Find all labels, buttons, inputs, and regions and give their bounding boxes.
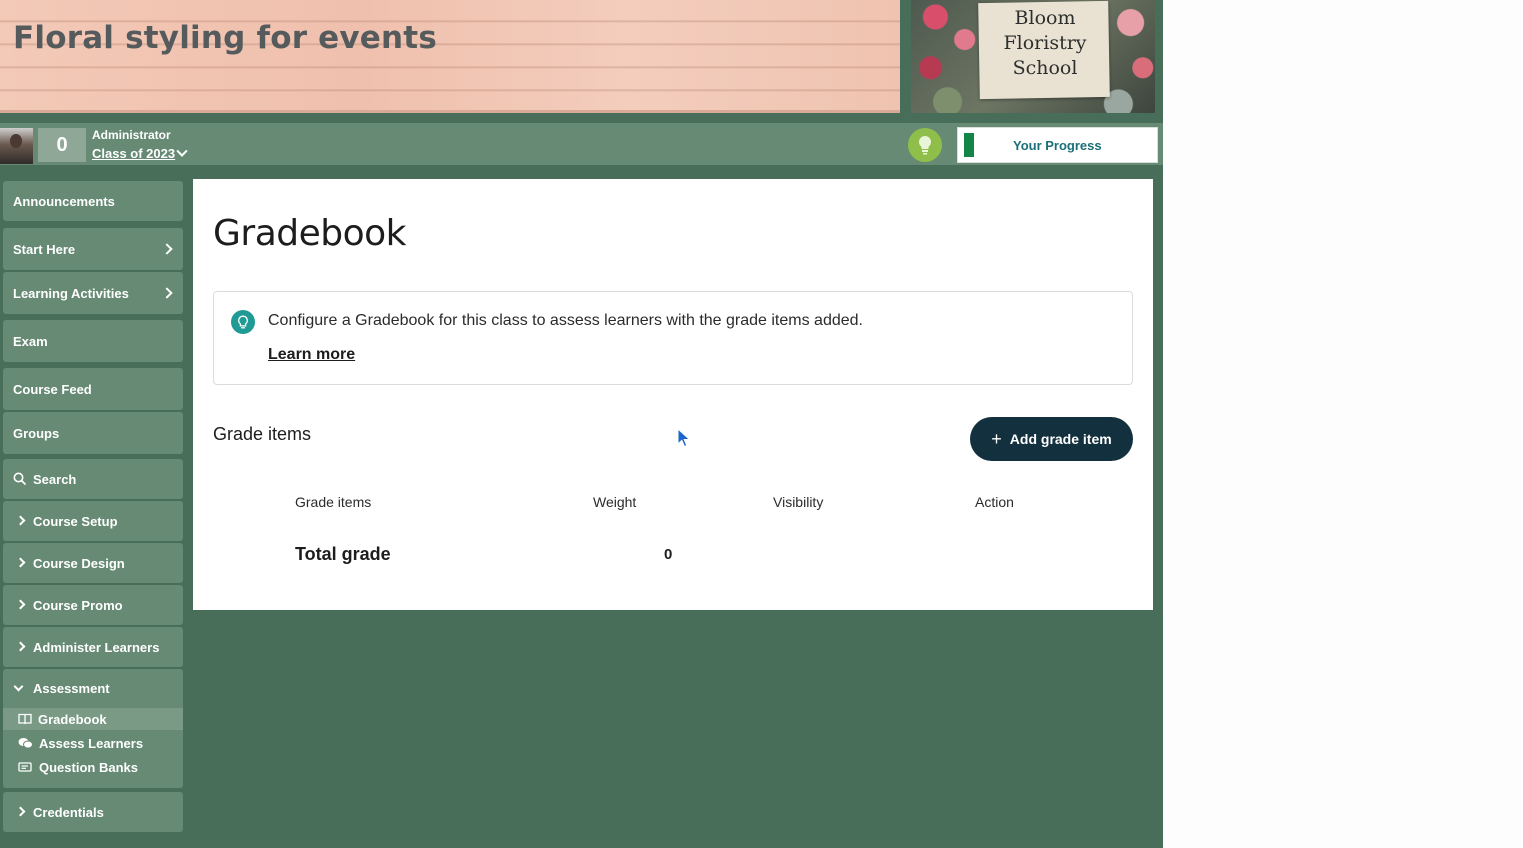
sidebar-item-label: Course Feed <box>13 381 92 397</box>
column-header-weight: Weight <box>593 494 637 510</box>
sidebar-item-credentials[interactable]: Credentials <box>3 792 183 832</box>
chevron-right-icon <box>15 599 26 610</box>
sidebar-subitem-assess-learners[interactable]: Assess Learners <box>3 732 183 754</box>
chevron-down-icon <box>13 681 24 691</box>
sidebar-item-assessment[interactable]: Assessment <box>13 681 110 696</box>
course-title: Floral styling for events <box>13 20 437 56</box>
sidebar-item-course-feed[interactable]: Course Feed <box>3 368 183 410</box>
sidebar-item-label: Credentials <box>33 804 104 820</box>
sidebar-subitem-label: Question Banks <box>39 759 138 775</box>
sidebar-item-search[interactable]: Search <box>3 459 183 499</box>
info-callout: Configure a Gradebook for this class to … <box>213 291 1133 385</box>
class-name: Class of 2023 <box>92 146 176 161</box>
app-window: Floral styling for events Bloom Floristr… <box>0 0 1163 848</box>
progress-label: Your Progress <box>1013 138 1102 153</box>
sidebar-item-label: Course Setup <box>33 513 118 529</box>
chevron-right-icon <box>15 806 26 817</box>
chevron-right-icon <box>15 557 26 568</box>
empty-area <box>1163 0 1523 848</box>
course-banner: Floral styling for events <box>0 0 900 113</box>
avatar[interactable] <box>0 128 33 164</box>
chevron-right-icon <box>161 287 173 299</box>
sidebar-item-label: Learning Activities <box>13 285 129 301</box>
lightbulb-badge-button[interactable] <box>908 128 942 162</box>
total-grade-weight: 0 <box>664 546 673 563</box>
chevron-down-icon <box>176 145 188 157</box>
sidebar-item-label: Course Design <box>33 555 125 571</box>
add-grade-item-button[interactable]: + Add grade item <box>970 417 1133 461</box>
user-role: Administrator <box>92 128 171 142</box>
column-header-grade-items: Grade items <box>295 494 372 510</box>
sidebar-item-label: Exam <box>13 333 48 349</box>
sidebar-item-label: Administer Learners <box>33 639 160 655</box>
sidebar-item-label: Groups <box>13 425 60 441</box>
sidebar-item-announcements[interactable]: Announcements <box>3 181 183 221</box>
sidebar-item-label: Search <box>33 471 77 487</box>
lightbulb-icon <box>231 310 255 334</box>
chevron-right-icon <box>15 515 26 526</box>
sidebar-item-learning-activities[interactable]: Learning Activities <box>3 272 183 314</box>
sidebar-subitem-label: Gradebook <box>38 711 107 727</box>
your-progress-button[interactable]: Your Progress <box>957 127 1158 163</box>
sidebar-item-course-setup[interactable]: Course Setup <box>3 501 183 541</box>
sidebar-item-label: Announcements <box>13 193 115 209</box>
total-grade-label: Total grade <box>295 544 391 564</box>
book-icon <box>18 713 32 725</box>
sidebar-item-groups[interactable]: Groups <box>3 412 183 454</box>
chevron-right-icon <box>15 641 26 652</box>
sidebar-item-label: Assessment <box>33 681 110 696</box>
add-grade-item-label: Add grade item <box>1009 431 1112 447</box>
sidebar-item-label: Start Here <box>13 241 76 257</box>
user-bar: 0 Administrator Class of 2023 Your Progr… <box>0 123 1163 169</box>
school-logo[interactable]: Bloom Floristry School <box>911 0 1155 113</box>
stack-icon <box>18 762 32 772</box>
sidebar-item-label: Course Promo <box>33 597 123 613</box>
sidebar-item-course-promo[interactable]: Course Promo <box>3 585 183 625</box>
chat-bubbles-icon <box>18 738 33 749</box>
plus-icon: + <box>991 429 1002 449</box>
search-icon <box>13 472 27 486</box>
learn-more-link[interactable]: Learn more <box>268 346 355 364</box>
column-header-action: Action <box>975 494 1014 510</box>
info-text: Configure a Gradebook for this class to … <box>268 312 863 329</box>
chevron-right-icon <box>161 243 173 255</box>
page-title: Gradebook <box>213 213 407 254</box>
main-content: Gradebook Configure a Gradebook for this… <box>193 179 1153 610</box>
sidebar-item-exam[interactable]: Exam <box>3 320 183 362</box>
sidebar-subitem-gradebook[interactable]: Gradebook <box>3 708 183 730</box>
lightbulb-icon <box>918 135 932 155</box>
progress-fill <box>964 133 974 157</box>
class-selector[interactable]: Class of 2023 <box>92 145 188 161</box>
logo-text: Bloom Floristry School <box>1003 7 1087 79</box>
sidebar-group-assessment: Assessment Gradebook Assess Learners Que… <box>3 669 183 788</box>
section-title: Grade items <box>213 424 312 444</box>
points-badge: 0 <box>38 128 86 162</box>
sidebar-item-start-here[interactable]: Start Here <box>3 228 183 270</box>
sidebar-subitem-question-banks[interactable]: Question Banks <box>3 756 183 778</box>
sidebar-subitem-label: Assess Learners <box>39 735 144 751</box>
sidebar-item-course-design[interactable]: Course Design <box>3 543 183 583</box>
column-header-visibility: Visibility <box>773 494 824 510</box>
sidebar-item-administer-learners[interactable]: Administer Learners <box>3 627 183 667</box>
mouse-cursor-icon <box>677 428 691 448</box>
